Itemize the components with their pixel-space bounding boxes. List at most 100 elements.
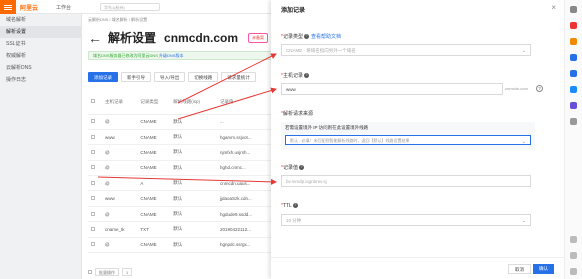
region-select[interactable]: 华东1(杭州) [100,3,160,11]
confirm-button[interactable]: 确认 [533,264,554,274]
switch-line-button[interactable]: 切换线路 [188,72,219,82]
row-checkbox[interactable] [91,165,95,170]
add-record-button[interactable]: 添加记录 [88,72,118,82]
notice-text: 域名DNS服务器已修改为阿里云DNS [93,53,158,58]
sidebar-item-dns[interactable]: 域名解析 [0,14,81,26]
close-icon[interactable]: × [551,3,556,12]
records-table: 主机记录 记录类型 解析线路(isp) 记录值 @ CNAME 默认... www CN… [88,90,272,254]
row-checkbox[interactable] [91,119,95,124]
menu-icon[interactable] [0,0,16,14]
cell-line: 默认 [170,190,217,207]
sidebar-item-authority[interactable]: 权威解析 [0,50,81,62]
import-export-button[interactable]: 导入/导出 [154,72,186,82]
table-row[interactable]: @ A 默认 cnmcdn.uaus... [88,175,272,192]
line-select[interactable]: 默认 - 必填！未匹配到智能解析线路时，返回【默认】线路设置结果 ⌄ [285,135,531,145]
table-row[interactable]: www CNAME 默认 hgarvm.ssjvot... [88,129,272,146]
table-row[interactable]: cname_tk TXT 默认 20190422112... [88,221,272,238]
page-number[interactable]: 1 [122,268,133,276]
search-icon[interactable] [570,6,577,13]
table-row[interactable]: @ CNAME 默认... [88,114,272,130]
cell-type: TXT [137,221,171,238]
cell-host: www [102,129,138,146]
stats-button[interactable]: 请求量统计 [221,72,256,82]
notice-link[interactable]: 升级DNS版本 [159,53,183,58]
panel-footer: 取消 确认 [271,257,564,279]
cell-type: CNAME [137,160,171,177]
cloud-icon[interactable] [570,86,577,93]
sidebar-item-cloud-dns[interactable]: 云解析DNS [0,62,81,74]
guide-button[interactable]: 新手引导 [121,72,151,82]
domain-name: cnmcdn.com [164,30,239,45]
user-icon[interactable] [570,54,577,61]
globe-icon[interactable] [570,70,577,77]
workbench-link[interactable]: 工作台 [56,4,71,11]
cell-host: cname_tk [102,221,138,238]
table-row[interactable]: @ CNAME 默认 njmfxh.usjrsh... [88,144,272,161]
cell-type: CNAME [137,129,171,146]
table-row[interactable]: www CNAME 默认 jjdaoaSzk.cdn... [88,190,272,207]
breadcrumb: 云解析DNS / 域名解析 / 解析设置 [88,17,148,22]
layout-icon[interactable] [570,252,577,259]
row-checkbox[interactable] [91,196,95,201]
cell-value: njmfxh.usjrsh... [216,144,272,161]
cell-line: 默认 [170,114,217,130]
table-row[interactable]: @ CNAME 默认 hgnpdc.ssrgx... [88,237,272,254]
page-title: 解析设置 [108,31,157,45]
cell-line: 默认 [170,160,217,177]
col-line[interactable]: 解析线路(isp) [170,90,217,115]
row-checkbox[interactable] [91,180,95,185]
record-value-input[interactable]: bv.mmdp.isgnbrev.sj [281,175,531,187]
col-type[interactable]: 记录类型 [137,90,171,115]
question-icon[interactable]: ? [536,85,543,92]
bag-icon[interactable] [570,38,577,45]
sidebar-item-ssl[interactable]: SSL证书 [0,38,81,50]
col-host[interactable]: 主机记录 [102,90,138,115]
cell-host: www [102,190,138,207]
value-label: *记录值? [281,165,304,171]
sidebar-item-logs[interactable]: 操作日志 [0,74,81,86]
help-icon: ? [292,203,298,209]
sidebar: 域名解析 解析设置 SSL证书 权威解析 云解析DNS 操作日志 [0,14,82,279]
cell-type: CNAME [137,237,171,254]
add-icon[interactable] [570,118,577,125]
bulk-checkbox[interactable] [88,270,92,274]
cell-host: @ [102,160,138,177]
help-doc-link[interactable]: 查看帮助文档 [311,34,341,40]
record-type-select[interactable]: CNAME - 将域名指向另外一个域名 ⌄ [281,44,531,56]
select-all-checkbox[interactable] [91,99,95,104]
table-row[interactable]: @ CNAME 默认 hgdude9.ssdd... [88,206,272,223]
cell-line: 默认 [170,206,217,223]
ttl-select[interactable]: 10 分钟 ⌄ [281,214,531,226]
cancel-button[interactable]: 取消 [508,264,531,274]
row-checkbox[interactable] [91,226,95,231]
row-checkbox[interactable] [91,134,95,139]
ttl-label: *TTL? [281,203,298,209]
cell-line: 默认 [170,144,217,161]
brand-logo[interactable]: 阿里云 [20,3,38,12]
record-type-label: *记录类型? 查看帮助文档 [281,34,341,40]
back-arrow-icon[interactable]: ← [88,31,102,45]
help-icon: ? [298,165,304,171]
app-icon[interactable] [570,102,577,109]
host-input[interactable]: www [281,83,503,95]
table-row[interactable]: @ CNAME 默认 hghd.cnmc... [88,160,272,177]
panel-title: 添加记录 [281,8,306,14]
row-checkbox[interactable] [91,211,95,216]
gear-icon[interactable] [570,268,577,275]
cell-host: @ [102,237,138,254]
bookmark-icon[interactable] [570,22,577,29]
row-checkbox[interactable] [91,242,95,247]
cell-type: CNAME [137,206,171,223]
cell-host: @ [102,144,138,161]
cell-value: jjdaoaSzk.cdn... [216,190,272,207]
main-content: 云解析DNS / 域名解析 / 解析设置 ← 解析设置 cnmcdn.com 未… [82,14,272,279]
row-checkbox[interactable] [91,149,95,154]
chevron-down-icon: ⌄ [521,139,526,145]
sidebar-item-settings[interactable]: 解析设置 [0,26,81,38]
bulk-action-button[interactable]: 批量操作 [95,268,119,276]
cell-type: CNAME [137,144,171,161]
cell-type: CNAME [137,114,171,130]
cell-value: hghd.cnmc... [216,160,272,177]
add-record-panel: 添加记录 × *记录类型? 查看帮助文档 CNAME - 将域名指向另外一个域名 ⌄… [271,0,564,279]
settings-icon[interactable] [570,236,577,243]
